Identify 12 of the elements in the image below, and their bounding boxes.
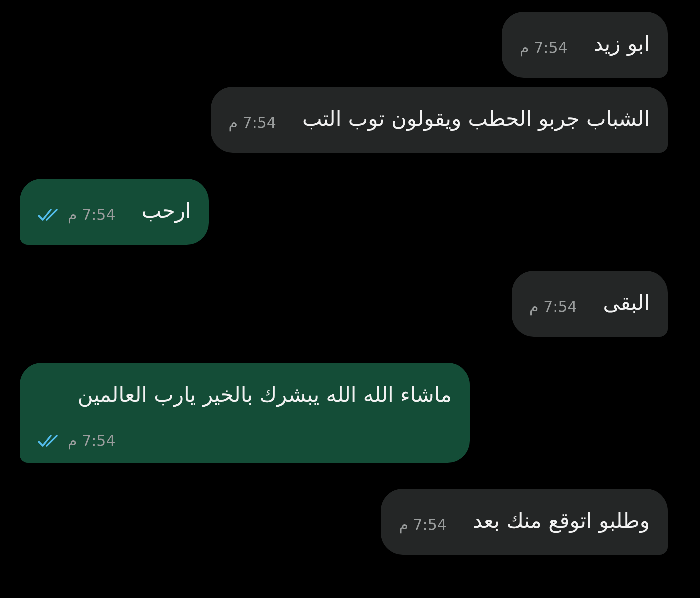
message-time: 7:54 م: [530, 297, 578, 317]
message-text: الشباب جربو الحطب ويقولون توب التب: [302, 107, 650, 131]
message-text: ماشاء الله الله يبشرك بالخير يارب العالمين: [78, 383, 452, 407]
message-time: 7:54 م: [228, 113, 276, 133]
message-time: 7:54 م: [68, 431, 116, 451]
message-text: البقى: [603, 291, 650, 315]
message-text: وطلبو اتوقع منك بعد: [472, 509, 650, 533]
message-text: ارحب: [142, 199, 192, 223]
message-text: ابو زيد: [594, 32, 650, 56]
message-time: 7:54 م: [520, 38, 568, 58]
message-time: 7:54 م: [399, 515, 447, 535]
message-time: 7:54 م: [68, 205, 116, 225]
